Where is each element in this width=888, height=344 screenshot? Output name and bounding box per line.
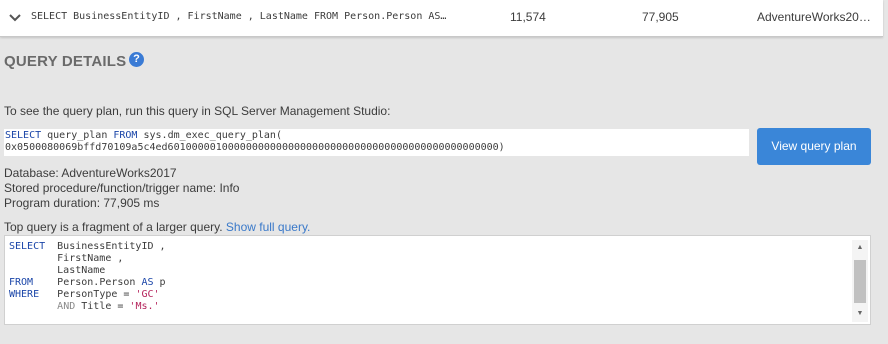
code-keyword: SELECT bbox=[9, 241, 46, 252]
code-scrollbar[interactable]: ▲ ▼ bbox=[852, 240, 868, 322]
query-summary-row[interactable]: SELECT BusinessEntityID , FirstName , La… bbox=[0, 0, 883, 37]
query-details-heading: QUERY DETAILS bbox=[4, 53, 127, 70]
code-keyword: FROM bbox=[9, 277, 34, 288]
scroll-up-arrow-icon[interactable]: ▲ bbox=[852, 240, 868, 256]
code-text: Person.Person bbox=[33, 277, 142, 288]
database-info: Database: AdventureWorks2017 bbox=[4, 166, 177, 180]
chevron-down-icon[interactable] bbox=[8, 11, 22, 25]
scroll-down-arrow-icon[interactable]: ▼ bbox=[852, 306, 868, 322]
code-text: BusinessEntityID , bbox=[45, 241, 166, 252]
summary-database: AdventureWorks20… bbox=[757, 10, 871, 24]
duration-info: Program duration: 77,905 ms bbox=[4, 196, 160, 210]
query-plan-sql-box[interactable]: SELECT query_plan FROM sys.dm_exec_query… bbox=[4, 129, 749, 156]
code-keyword: AS bbox=[141, 277, 154, 288]
code-text: FirstName , bbox=[9, 253, 124, 264]
scrollbar-thumb[interactable] bbox=[854, 260, 866, 303]
query-code-box[interactable]: SELECT BusinessEntityID , FirstName , La… bbox=[4, 235, 871, 325]
procedure-info: Stored procedure/function/trigger name: … bbox=[4, 181, 240, 195]
code-string: 'Ms.' bbox=[129, 301, 160, 312]
plan-keyword-select: SELECT bbox=[5, 130, 42, 141]
plan-handle: 0x0500080069bffd70109a5c4ed6010000010000… bbox=[5, 142, 505, 153]
code-text: p bbox=[153, 277, 166, 288]
show-full-query-link[interactable]: Show full query. bbox=[226, 220, 311, 234]
plan-column: query_plan bbox=[41, 130, 114, 141]
code-keyword: AND bbox=[57, 301, 76, 312]
fragment-notice: Top query is a fragment of a larger quer… bbox=[4, 220, 310, 234]
summary-value-1: 11,574 bbox=[510, 10, 546, 24]
help-icon[interactable]: ? bbox=[129, 52, 144, 67]
code-text: LastName bbox=[9, 265, 106, 276]
query-code: SELECT BusinessEntityID , FirstName , La… bbox=[9, 241, 166, 313]
fragment-text: Top query is a fragment of a larger quer… bbox=[4, 220, 223, 234]
code-string: 'GC' bbox=[135, 289, 160, 300]
code-text: Title = bbox=[75, 301, 130, 312]
summary-value-2: 77,905 bbox=[642, 10, 679, 24]
summary-query-text: SELECT BusinessEntityID , FirstName , La… bbox=[31, 11, 447, 22]
plan-function: sys.dm_exec_query_plan( bbox=[137, 130, 282, 141]
view-query-plan-button[interactable]: View query plan bbox=[757, 128, 871, 165]
code-keyword: WHERE bbox=[9, 289, 40, 300]
code-text: PersonType = bbox=[39, 289, 136, 300]
query-plan-instructions: To see the query plan, run this query in… bbox=[4, 104, 391, 118]
plan-keyword-from: FROM bbox=[113, 130, 138, 141]
